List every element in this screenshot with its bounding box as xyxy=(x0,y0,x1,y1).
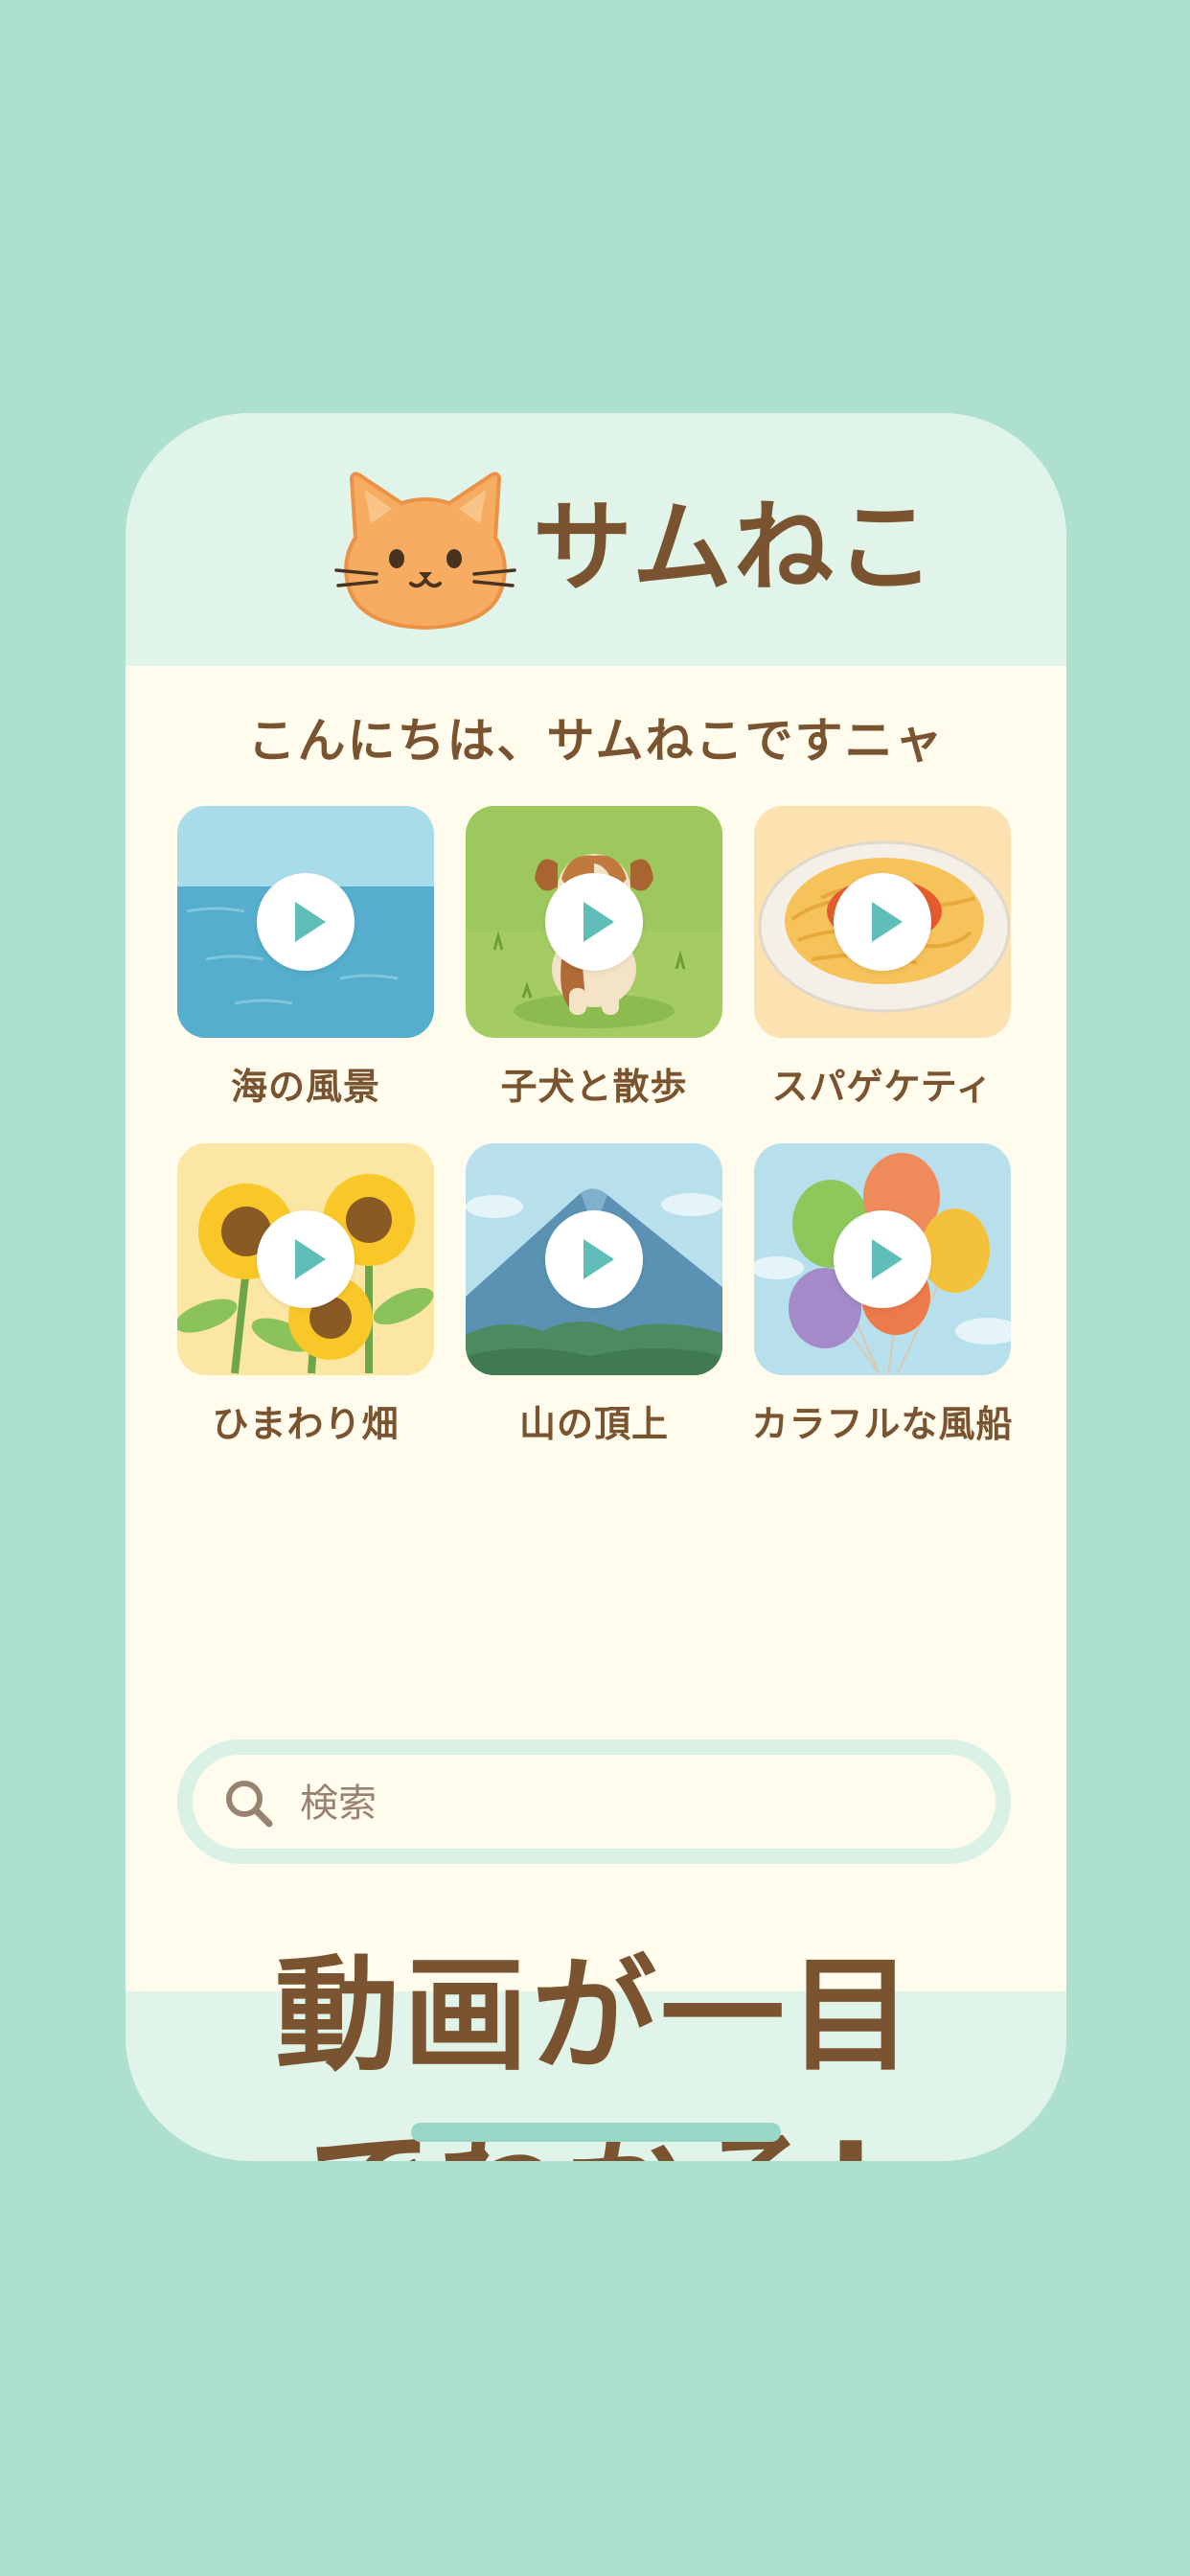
video-thumbnail[interactable] xyxy=(754,806,1011,1038)
video-card-sunflowers[interactable]: ひまわり畑 xyxy=(177,1143,434,1445)
video-label: スパゲケティ xyxy=(771,1066,994,1108)
app-title: サムねこ xyxy=(533,489,937,606)
cat-logo-icon xyxy=(334,472,516,631)
video-label: 山の頂上 xyxy=(518,1403,669,1445)
video-card-mountain[interactable]: 山の頂上 xyxy=(466,1143,722,1445)
play-button[interactable] xyxy=(257,873,355,971)
play-icon xyxy=(295,1239,326,1279)
video-label: 子犬と散歩 xyxy=(500,1066,688,1108)
phone-frame: サムねこ こんにちは、サムねこですニャ 海の風景 子犬と散歩 スパゲケティ ひま… xyxy=(126,413,1066,2161)
play-button[interactable] xyxy=(834,873,931,971)
video-label: 海の風景 xyxy=(230,1066,380,1108)
video-grid: 海の風景 子犬と散歩 スパゲケティ ひまわり畑 山の頂上 カラフルな風船 xyxy=(177,806,1013,1445)
video-card-balloons[interactable]: カラフルな風船 xyxy=(751,1143,1013,1445)
play-icon xyxy=(872,1239,903,1279)
play-icon xyxy=(295,902,326,942)
video-label: カラフルな風船 xyxy=(751,1403,1014,1445)
greeting-text: こんにちは、サムねこですニャ xyxy=(247,713,945,769)
search-bar xyxy=(177,1739,1011,1864)
video-card-ocean[interactable]: 海の風景 xyxy=(177,806,434,1108)
video-card-spaghetti[interactable]: スパゲケティ xyxy=(754,806,1011,1108)
play-button[interactable] xyxy=(545,1210,643,1308)
video-thumbnail[interactable] xyxy=(177,1143,434,1375)
play-icon xyxy=(872,902,903,942)
video-thumbnail[interactable] xyxy=(177,806,434,1038)
main-content: こんにちは、サムねこですニャ 海の風景 子犬と散歩 スパゲケティ ひまわり畑 山… xyxy=(126,666,1066,2161)
video-thumbnail[interactable] xyxy=(466,1143,722,1375)
video-card-puppy[interactable]: 子犬と散歩 xyxy=(466,806,722,1108)
app-header: サムねこ xyxy=(126,413,1066,666)
play-button[interactable] xyxy=(545,873,643,971)
play-button[interactable] xyxy=(834,1210,931,1308)
video-thumbnail[interactable] xyxy=(754,1143,1011,1375)
search-box[interactable] xyxy=(193,1755,995,1849)
play-icon xyxy=(584,1239,614,1279)
search-icon xyxy=(226,1781,273,1828)
home-indicator[interactable] xyxy=(411,2123,781,2142)
search-input[interactable] xyxy=(298,1774,953,1833)
play-button[interactable] xyxy=(257,1210,355,1308)
video-thumbnail[interactable] xyxy=(466,806,722,1038)
play-icon xyxy=(584,902,614,942)
promo-line-1: 動画が一目 xyxy=(274,1943,917,2088)
video-label: ひまわり畑 xyxy=(212,1403,400,1445)
